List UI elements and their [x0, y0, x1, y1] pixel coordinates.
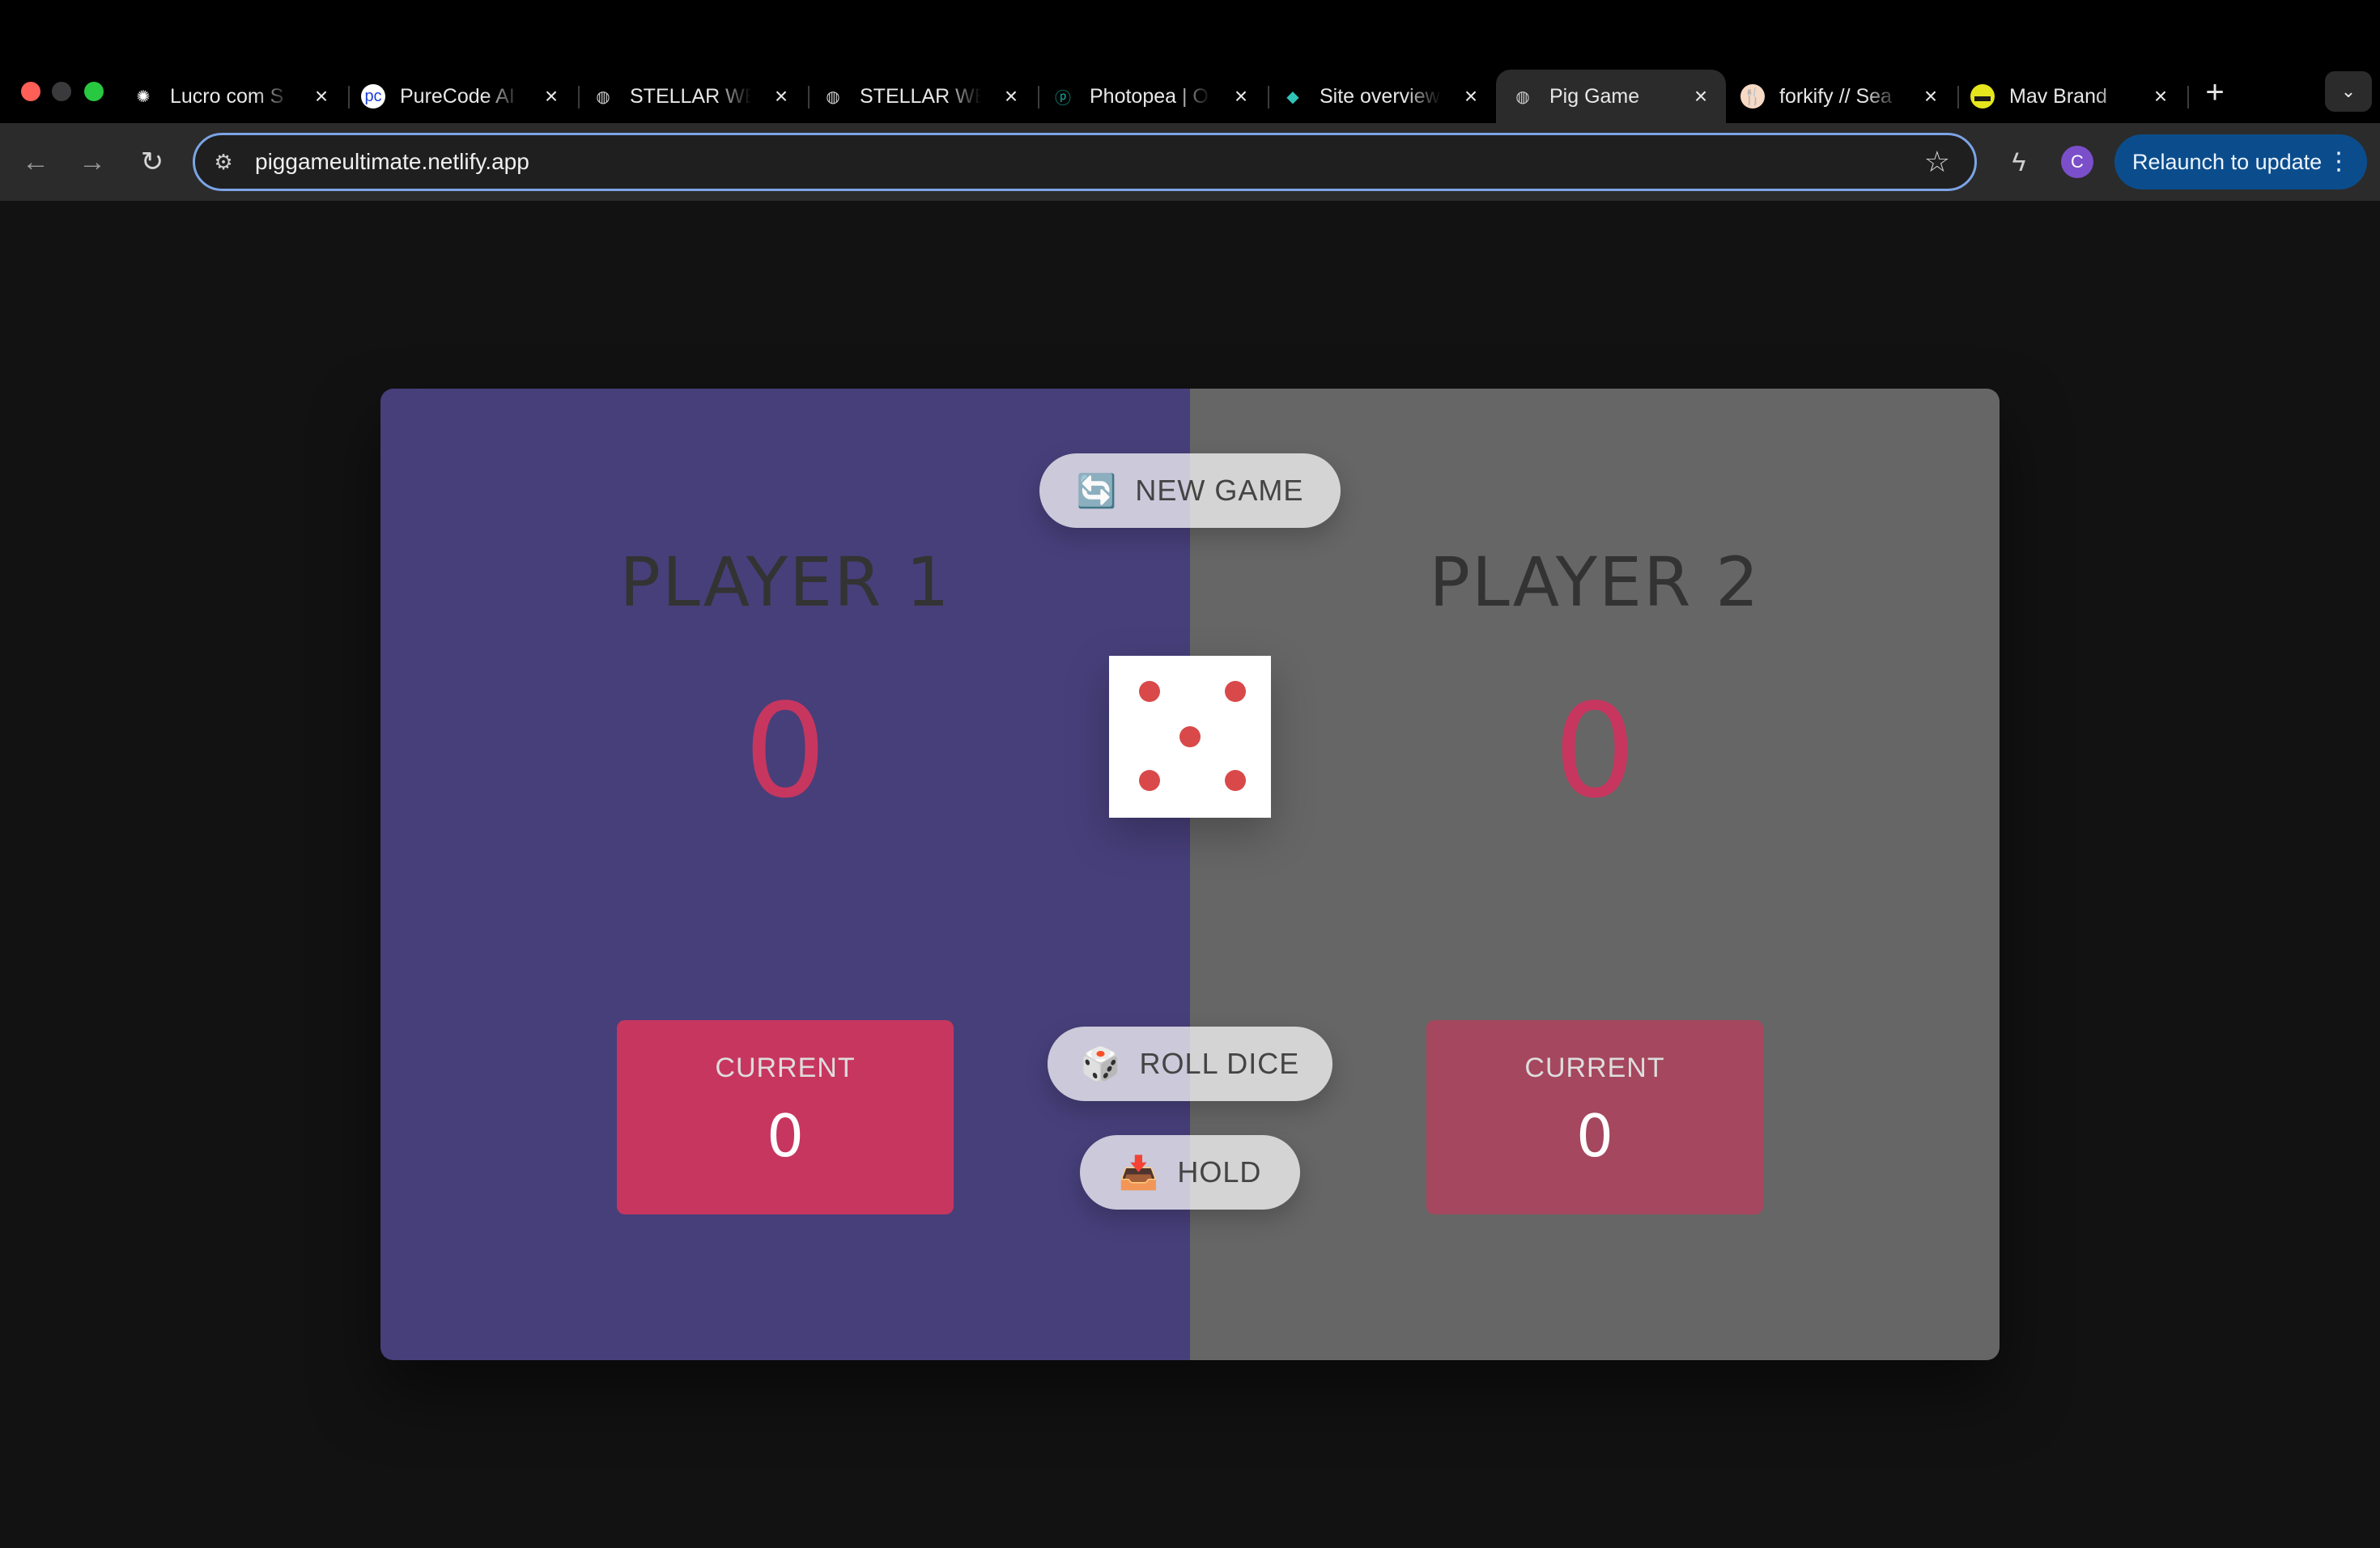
profile-avatar[interactable]: C	[2061, 146, 2093, 178]
roll-dice-button[interactable]: 🎲 ROLL DICE	[1048, 1027, 1332, 1101]
player-1-name: PLAYER 1	[619, 542, 951, 622]
maximize-window-button[interactable]	[84, 82, 104, 101]
forward-button[interactable]: →	[73, 142, 112, 181]
more-menu-icon[interactable]: ⋮	[2327, 134, 2351, 189]
browser-tab[interactable]: 🍴 forkify // Sea ×	[1726, 70, 1959, 123]
player-2-panel: PLAYER 2 0 CURRENT 0	[1190, 389, 2000, 1360]
purecode-icon: pc	[361, 84, 385, 108]
relaunch-button[interactable]: Relaunch to update ⋮	[2114, 134, 2367, 189]
mav-icon: ▬	[1970, 84, 1995, 108]
globe-icon: ◍	[1515, 87, 1530, 106]
tab-title: Mav Brand	[2009, 84, 2107, 108]
chevron-down-icon: ⌄	[2340, 81, 2357, 101]
reload-icon: ↻	[140, 147, 164, 177]
menu-bar	[0, 0, 2380, 58]
address-bar[interactable]: ⚙ piggameultimate.netlify.app ☆	[193, 133, 1977, 191]
player-2-score: 0	[1553, 674, 1636, 827]
close-tab-icon[interactable]: ×	[1457, 83, 1485, 110]
reload-button[interactable]: ↻	[133, 142, 172, 181]
player-1-current-score: 0	[767, 1102, 804, 1170]
bookmark-star-icon[interactable]: ☆	[1924, 145, 1950, 179]
arrow-right-icon: →	[79, 147, 106, 177]
browser-tab[interactable]: pc PureCode AI ×	[346, 70, 580, 123]
browser-tab[interactable]: ▬ Mav Brand ×	[1956, 70, 2189, 123]
browser-tab[interactable]: ◍ Pig Game ×	[1496, 70, 1726, 123]
close-tab-icon[interactable]: ×	[308, 83, 335, 110]
player-1-current-label: CURRENT	[715, 1053, 856, 1083]
player-2-current-score: 0	[1576, 1102, 1613, 1170]
player-2-name: PLAYER 2	[1429, 542, 1761, 622]
close-tab-icon[interactable]: ×	[997, 83, 1025, 110]
dice-pip	[1225, 770, 1246, 791]
tab-title: Lucro com S	[170, 84, 284, 108]
player-2-current-box: CURRENT 0	[1426, 1020, 1763, 1214]
dice-image	[1109, 656, 1271, 818]
tab-title: PureCode AI	[400, 84, 515, 108]
site-settings-icon[interactable]: ⚙	[210, 148, 237, 176]
tab-title: Photopea | O	[1090, 84, 1209, 108]
new-tab-button[interactable]: +	[2197, 74, 2233, 110]
player-2-current-label: CURRENT	[1524, 1053, 1665, 1083]
close-tab-icon[interactable]: ×	[538, 83, 565, 110]
arrow-left-icon: ←	[22, 147, 49, 177]
dice-icon: 🎲	[1080, 1046, 1122, 1082]
netlify-icon: ◆	[1286, 87, 1299, 106]
browser-tab[interactable]: ⓟ Photopea | O ×	[1036, 70, 1269, 123]
player-1-score: 0	[744, 674, 827, 827]
new-game-label: NEW GAME	[1135, 474, 1304, 507]
minimize-window-button[interactable]	[52, 82, 71, 101]
dice-pip	[1139, 770, 1160, 791]
tab-separator	[2187, 86, 2189, 108]
tab-search-button[interactable]: ⌄	[2325, 71, 2372, 112]
new-game-button[interactable]: 🔄 NEW GAME	[1039, 453, 1341, 528]
dice-pip	[1225, 681, 1246, 702]
browser-tab[interactable]: ◍ STELLAR WE ×	[806, 70, 1039, 123]
close-window-button[interactable]	[21, 82, 40, 101]
pig-game-board: PLAYER 1 0 CURRENT 0 PLAYER 2 0 CURRENT …	[380, 389, 2000, 1360]
photopea-icon: ⓟ	[1055, 89, 1071, 108]
performance-icon[interactable]: ϟ	[2001, 144, 2037, 180]
tab-title: forkify // Sea	[1779, 84, 1892, 108]
tab-title: Site overview	[1320, 84, 1440, 108]
roll-dice-label: ROLL DICE	[1139, 1047, 1300, 1080]
forkify-icon: 🍴	[1740, 84, 1765, 108]
close-tab-icon[interactable]: ×	[1227, 83, 1255, 110]
browser-tab[interactable]: ✺ Lucro com S ×	[117, 70, 350, 123]
relaunch-label: Relaunch to update	[2132, 150, 2323, 174]
close-tab-icon[interactable]: ×	[2147, 83, 2174, 110]
close-tab-icon[interactable]: ×	[1917, 83, 1944, 110]
tab-title: STELLAR WE	[630, 84, 751, 108]
hold-label: HOLD	[1177, 1155, 1262, 1189]
inbox-tray-icon: 📥	[1118, 1155, 1160, 1191]
dice-pip	[1139, 681, 1160, 702]
refresh-icon: 🔄	[1076, 473, 1118, 509]
back-button[interactable]: ←	[16, 142, 55, 181]
player-1-panel: PLAYER 1 0 CURRENT 0	[380, 389, 1190, 1360]
browser-tab[interactable]: ◍ STELLAR WE ×	[576, 70, 810, 123]
tab-title: STELLAR WE	[860, 84, 981, 108]
dice-pip	[1179, 726, 1201, 747]
close-tab-icon[interactable]: ×	[767, 83, 795, 110]
player-1-current-box: CURRENT 0	[617, 1020, 954, 1214]
tab-title: Pig Game	[1549, 84, 1640, 108]
close-tab-icon[interactable]: ×	[1687, 83, 1715, 110]
browser-tab[interactable]: ◆ Site overview ×	[1266, 70, 1496, 123]
hold-button[interactable]: 📥 HOLD	[1080, 1135, 1300, 1210]
openai-icon: ✺	[136, 87, 151, 106]
globe-icon: ◍	[826, 87, 840, 106]
url-text[interactable]: piggameultimate.netlify.app	[255, 149, 529, 175]
globe-icon: ◍	[596, 87, 610, 106]
